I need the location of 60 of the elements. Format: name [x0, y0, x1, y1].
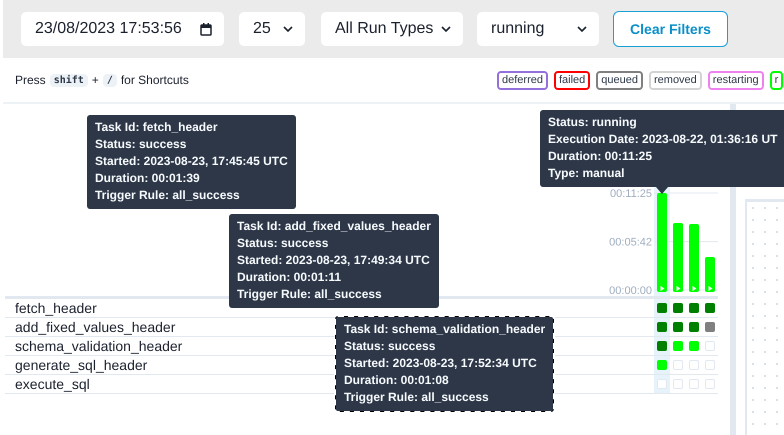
state-legend-tag[interactable]: failed — [554, 70, 590, 90]
state-legend-tag[interactable]: removed — [649, 70, 702, 90]
task-instance-square[interactable] — [657, 303, 667, 313]
task-instance-square[interactable] — [689, 303, 699, 313]
axis-tick-label: 00:11:25 — [610, 188, 652, 200]
date-field[interactable]: 23/08/2023 17:53:56 — [21, 12, 224, 46]
task-name[interactable]: add_fixed_values_header — [15, 319, 176, 335]
select-field[interactable]: 25 — [239, 12, 305, 46]
hint-text: Press — [15, 73, 46, 87]
task-name[interactable]: generate_sql_header — [15, 357, 148, 373]
task-instance-square[interactable] — [673, 303, 683, 313]
tooltip-line: Started: 2023-08-23, 17:49:34 UTC — [237, 252, 431, 269]
tooltip-line: Execution Date: 2023-08-22, 01:36:16 UT — [548, 131, 778, 148]
task-name[interactable]: execute_sql — [15, 376, 90, 392]
hint-text: + — [92, 73, 99, 87]
task-instance-square[interactable] — [705, 303, 715, 313]
state-legend-tag[interactable]: r — [770, 70, 784, 90]
tooltip-line: Duration: 00:01:11 — [237, 269, 342, 286]
chevron-down-icon — [577, 26, 587, 32]
tooltip-line: Duration: 00:01:39 — [95, 170, 201, 187]
tooltip-line: Type: manual — [548, 165, 626, 182]
tooltip-line: Status: success — [95, 136, 188, 153]
keyboard-key: shift — [50, 74, 88, 86]
state-legend-tag[interactable]: queued — [596, 70, 643, 90]
tooltip-line: Duration: 00:01:08 — [344, 372, 450, 389]
task-instance-square[interactable] — [689, 322, 699, 332]
tooltip-line: Started: 2023-08-23, 17:45:45 UTC — [95, 153, 288, 170]
tooltip-line: Task Id: add_fixed_values_header — [237, 218, 431, 235]
tooltip-line: Trigger Rule: all_success — [344, 389, 490, 406]
task-name[interactable]: schema_validation_header — [15, 338, 182, 354]
select-field[interactable]: running — [477, 12, 599, 46]
tooltip-line: Status: running — [548, 114, 638, 131]
state-legend-tag[interactable]: deferred — [497, 70, 548, 90]
duration-bar[interactable] — [705, 257, 715, 292]
chevron-down-icon — [283, 26, 293, 32]
task-instance-square[interactable] — [657, 322, 667, 332]
tooltip-line: Status: success — [344, 338, 436, 355]
keyboard-key: / — [102, 74, 117, 86]
state-legend-tag[interactable]: restarting — [708, 70, 764, 90]
tooltip-line: Started: 2023-08-23, 17:52:34 UTC — [344, 355, 538, 372]
duration-bar[interactable] — [657, 193, 667, 292]
duration-bar[interactable] — [689, 224, 699, 292]
tooltip-line: Duration: 00:11:25 — [548, 148, 654, 165]
hint-text: for Shortcuts — [120, 73, 189, 87]
axis-tick-label: 00:00:00 — [609, 285, 652, 296]
select-field[interactable]: All Run Types — [321, 12, 463, 46]
axis-tick-label: 00:05:42 — [609, 236, 652, 249]
calendar-icon[interactable] — [200, 22, 212, 36]
tooltip-line: Trigger Rule: all_success — [95, 187, 241, 204]
tooltip-line: Task Id: schema_validation_header — [344, 321, 546, 338]
tooltip-line: Trigger Rule: all_success — [237, 286, 383, 303]
duration-bar[interactable] — [673, 223, 683, 292]
chevron-down-icon — [441, 26, 451, 32]
clear-filters-button[interactable]: Clear Filters — [613, 11, 728, 47]
tooltip-line: Status: success — [237, 235, 330, 252]
task-name[interactable]: fetch_header — [15, 300, 97, 316]
tooltip-line: Task Id: fetch_header — [95, 119, 218, 136]
task-instance-square[interactable] — [657, 341, 667, 351]
task-instance-square[interactable] — [705, 322, 715, 332]
task-instance-square[interactable] — [673, 322, 683, 332]
